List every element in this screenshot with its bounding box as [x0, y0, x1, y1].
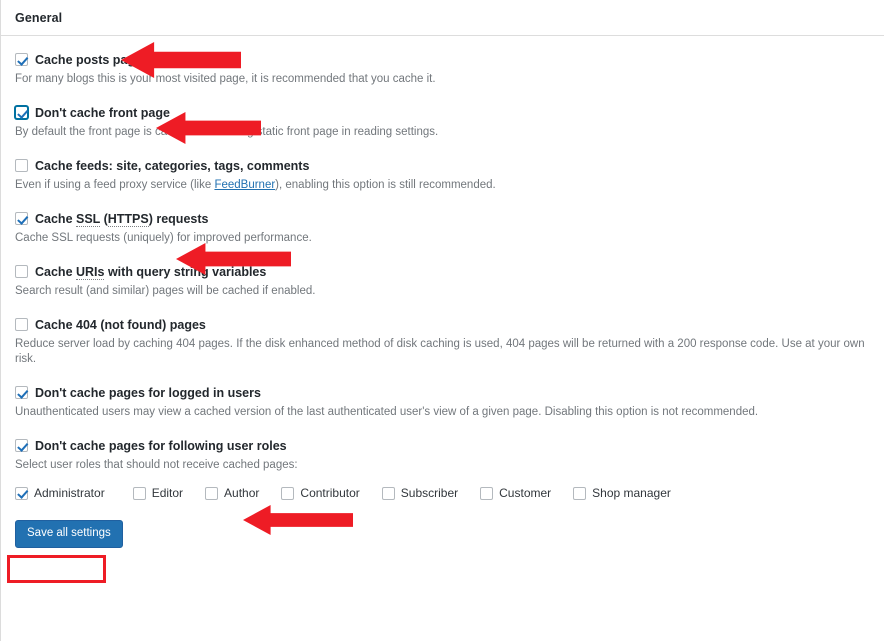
description-dont-cache-logged-in-users: Unauthenticated users may view a cached …	[15, 406, 759, 418]
option-line: Cache feeds: site, categories, tags, com…	[15, 158, 870, 174]
user-role-label-customer: Customer	[499, 486, 552, 500]
description-dont-cache-front-page: By default the front page is cached when…	[15, 126, 439, 138]
label-dont-cache-logged-in-users[interactable]: Don't cache pages for logged in users	[35, 385, 261, 401]
setting-row: Cache 404 (not found) pages Reduce server…	[15, 317, 870, 367]
label-cache-posts-page[interactable]: Cache posts page	[35, 52, 142, 68]
user-role-editor[interactable]: Editor	[132, 486, 184, 500]
setting-row: Cache SSL (HTTPS) requests Cache SSL requ…	[15, 211, 870, 246]
user-role-author[interactable]: Author	[205, 486, 259, 500]
setting-row: Cache URIs with query string variables Se…	[15, 264, 870, 299]
checkbox-role-editor[interactable]	[132, 486, 146, 500]
user-role-administrator[interactable]: Administrator	[10, 482, 111, 504]
settings-list: Cache posts page For many blogs this is y…	[1, 36, 884, 548]
label-cache-404-pages[interactable]: Cache 404 (not found) pages	[35, 317, 206, 333]
label-cache-ssl-requests[interactable]: Cache SSL (HTTPS) requests	[35, 211, 208, 227]
checkbox-dont-cache-logged-in-users[interactable]	[15, 386, 28, 399]
user-role-contributor[interactable]: Contributor	[281, 486, 360, 500]
administrator-highlight-box	[7, 555, 106, 583]
checkbox-dont-cache-user-roles[interactable]	[15, 439, 28, 452]
description-cache-feeds: Even if using a feed proxy service (like…	[15, 179, 496, 191]
description-cache-posts-page: For many blogs this is your most visited…	[15, 73, 436, 85]
user-role-label-shop-manager: Shop manager	[592, 486, 671, 500]
option-line: Don't cache front page	[15, 105, 870, 121]
checkbox-role-author[interactable]	[205, 486, 219, 500]
user-role-label-administrator: Administrator	[34, 486, 105, 500]
setting-row: Cache feeds: site, categories, tags, com…	[15, 158, 870, 193]
checkbox-cache-ssl-requests[interactable]	[15, 212, 28, 225]
user-role-customer[interactable]: Customer	[480, 486, 551, 500]
option-line: Cache 404 (not found) pages	[15, 317, 870, 333]
checkbox-role-shop-manager[interactable]	[573, 486, 587, 500]
label-dont-cache-front-page[interactable]: Don't cache front page	[35, 105, 170, 121]
save-all-settings-button[interactable]: Save all settings	[15, 520, 123, 548]
user-role-label-author: Author	[224, 486, 260, 500]
setting-row: Cache posts page For many blogs this is y…	[15, 52, 870, 87]
description-cache-uris-query-string: Search result (and similar) pages will b…	[15, 285, 316, 297]
checkbox-cache-uris-query-string[interactable]	[15, 265, 28, 278]
option-line: Cache SSL (HTTPS) requests	[15, 211, 870, 227]
user-role-label-subscriber: Subscriber	[400, 486, 459, 500]
label-cache-uris-query-string[interactable]: Cache URIs with query string variables	[35, 264, 266, 280]
option-line: Cache URIs with query string variables	[15, 264, 870, 280]
user-role-shop-manager[interactable]: Shop manager	[573, 486, 671, 500]
checkbox-role-subscriber[interactable]	[381, 486, 395, 500]
checkbox-dont-cache-front-page[interactable]	[15, 106, 28, 119]
checkbox-role-customer[interactable]	[480, 486, 494, 500]
checkbox-cache-feeds[interactable]	[15, 159, 28, 172]
option-line: Don't cache pages for logged in users	[15, 385, 870, 401]
label-dont-cache-user-roles[interactable]: Don't cache pages for following user rol…	[35, 438, 287, 454]
checkbox-role-administrator[interactable]	[15, 486, 28, 500]
panel-header: General	[1, 0, 884, 36]
checkbox-cache-404-pages[interactable]	[15, 318, 28, 331]
general-settings-panel: General Cache posts page For many blogs t…	[0, 0, 884, 641]
option-line: Cache posts page	[15, 52, 870, 68]
option-line: Don't cache pages for following user rol…	[15, 438, 870, 454]
setting-row: Don't cache front page By default the fro…	[15, 105, 870, 140]
page-title: General	[15, 11, 63, 25]
user-roles-group: Administrator Editor Author Contributor Subs…	[15, 482, 870, 504]
checkbox-role-contributor[interactable]	[281, 486, 295, 500]
user-role-label-contributor: Contributor	[300, 486, 360, 500]
setting-row: Don't cache pages for logged in users Una…	[15, 385, 870, 420]
user-role-subscriber[interactable]: Subscriber	[381, 486, 459, 500]
description-dont-cache-user-roles: Select user roles that should not receiv…	[15, 459, 298, 471]
description-cache-404-pages: Reduce server load by caching 404 pages.…	[15, 338, 865, 365]
checkbox-cache-posts-page[interactable]	[15, 53, 28, 66]
description-cache-ssl-requests: Cache SSL requests (uniquely) for improv…	[15, 232, 312, 244]
setting-row: Don't cache pages for following user rol…	[15, 438, 870, 548]
user-role-label-editor: Editor	[151, 486, 184, 500]
feedburner-link[interactable]: FeedBurner	[214, 179, 275, 191]
label-cache-feeds[interactable]: Cache feeds: site, categories, tags, com…	[35, 158, 309, 174]
